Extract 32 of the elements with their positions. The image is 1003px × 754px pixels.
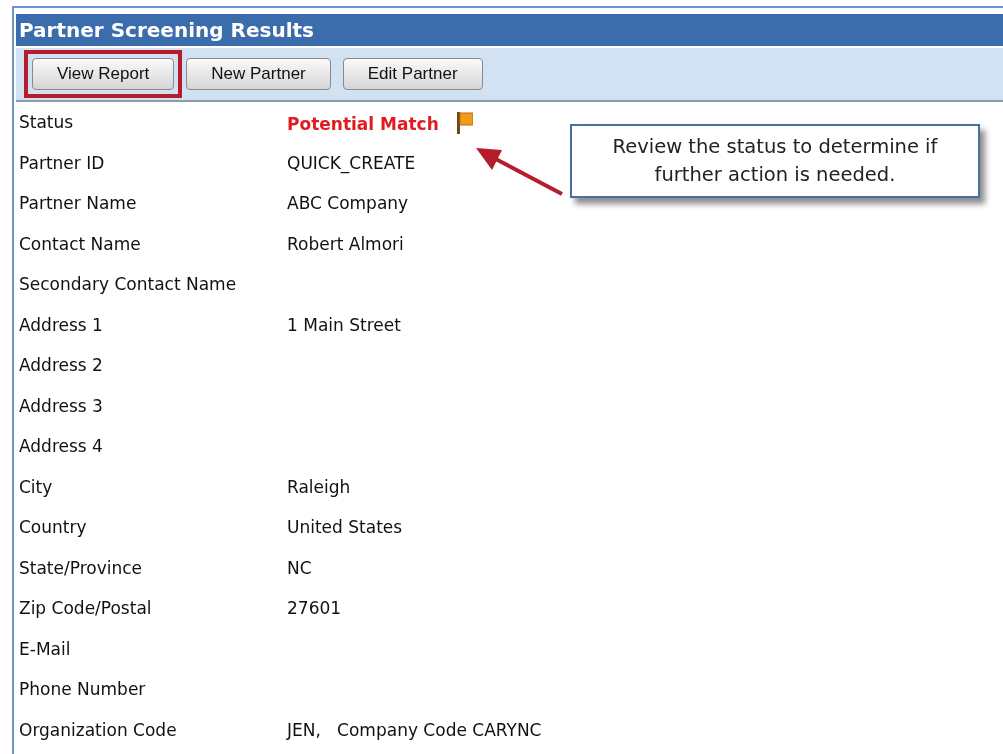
toolbar-button[interactable]: Edit Partner xyxy=(342,58,483,90)
field-value: QUICK_CREATE xyxy=(287,152,416,173)
field-value: Raleigh xyxy=(287,476,351,497)
field-label: Country xyxy=(19,517,88,537)
field-value: ABC Company xyxy=(287,193,409,213)
toolbar-button[interactable]: New Partner xyxy=(186,58,331,90)
field-value: 1 Main Street xyxy=(287,314,401,335)
toolbar-button[interactable]: View Report xyxy=(32,58,175,90)
field-label: Zip Code/Postal xyxy=(19,598,153,618)
field-value: 27601 xyxy=(287,598,342,618)
field-label: Address 3 xyxy=(19,395,104,416)
field-label: Address 1 xyxy=(19,314,104,335)
flag-icon xyxy=(456,112,473,134)
field-label: Status xyxy=(19,112,75,132)
field-label: Secondary Contact Name xyxy=(19,274,238,294)
field-label: E-Mail xyxy=(19,638,72,659)
field-label: Phone Number xyxy=(19,679,147,699)
field-value: JEN, Company Code CARYNC xyxy=(287,719,542,740)
field-label: Address 4 xyxy=(19,436,104,456)
field-label: Organization Code xyxy=(19,719,178,740)
status-value: Potential Match xyxy=(287,114,439,134)
field-label: Address 2 xyxy=(19,355,104,375)
field-value: NC xyxy=(287,557,312,578)
field-label: Partner ID xyxy=(19,152,106,173)
field-label: City xyxy=(19,476,54,497)
panel-title: Partner Screening Results xyxy=(19,18,314,42)
field-value: United States xyxy=(287,517,403,537)
field-label: Partner Name xyxy=(19,193,138,213)
callout-box: Review the status to determine if further action is needed. xyxy=(570,124,980,198)
field-value: Robert Almori xyxy=(287,233,404,254)
field-label: Contact Name xyxy=(19,233,142,254)
field-label: State/Province xyxy=(19,557,144,578)
